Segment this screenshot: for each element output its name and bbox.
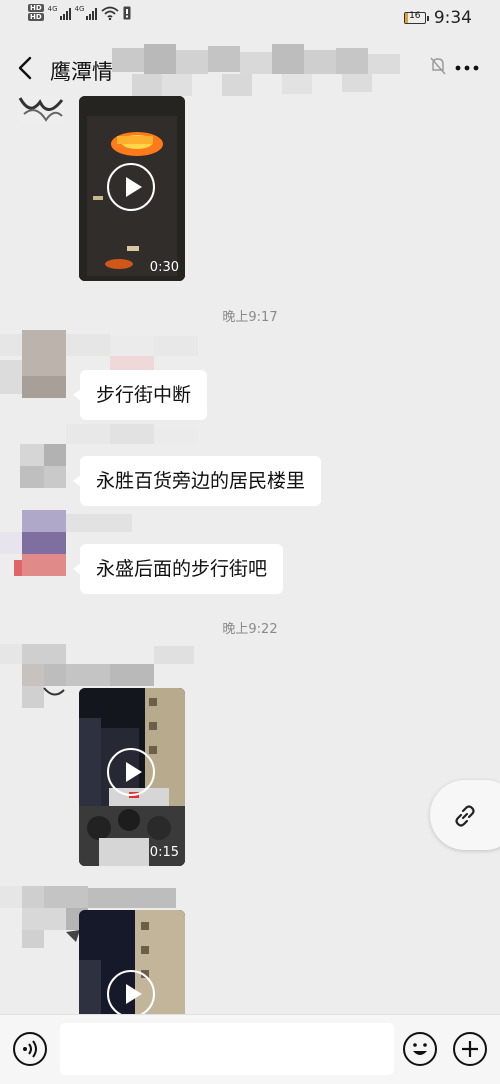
play-icon[interactable] — [107, 748, 155, 796]
text-message[interactable]: 步行街中断 — [72, 370, 208, 420]
chat-input-bar — [0, 1014, 500, 1084]
voice-icon — [23, 1040, 37, 1058]
message-timestamp: 晚上9:22 — [222, 622, 278, 637]
emoji-button[interactable] — [403, 1032, 437, 1066]
hd-badge: HD — [28, 13, 44, 21]
wifi-icon — [101, 6, 120, 20]
video-message[interactable]: 0:30 — [79, 96, 185, 281]
message-timestamp: 晚上9:17 — [222, 310, 278, 325]
battery-icon: 16 — [403, 11, 429, 24]
hd-badges: HD HD — [28, 4, 44, 21]
hd-badge: HD — [28, 4, 44, 12]
more-icon[interactable] — [454, 54, 480, 82]
chat-title[interactable]: 鹰潭情 — [50, 56, 113, 86]
message-input[interactable] — [60, 1023, 394, 1075]
avatar[interactable] — [18, 96, 64, 124]
link-icon — [455, 805, 475, 827]
status-icons-right: 16 9:34 — [403, 8, 472, 28]
video-message[interactable] — [79, 910, 185, 1014]
play-icon[interactable] — [107, 970, 155, 1014]
signal-icon: 4G — [48, 6, 71, 20]
floating-link-button[interactable] — [430, 780, 500, 850]
notification-icon — [123, 6, 131, 20]
voice-button[interactable] — [13, 1032, 47, 1066]
text-message[interactable]: 永胜百货旁边的居民楼里 — [72, 456, 322, 506]
status-clock: 9:34 — [433, 8, 472, 28]
play-icon[interactable] — [107, 163, 155, 211]
video-duration: 0:15 — [149, 845, 179, 860]
pixelated-title-mosaic — [112, 44, 432, 104]
battery-level: 16 — [409, 11, 421, 21]
back-arrow-icon[interactable] — [14, 54, 38, 82]
signal-icon: 4G — [75, 6, 98, 20]
video-duration: 0:30 — [149, 260, 179, 275]
chat-header: 鹰潭情 — [0, 40, 500, 100]
plus-icon — [462, 1041, 478, 1057]
text-message[interactable]: 永盛后面的步行街吧 — [72, 544, 284, 594]
emoji-icon — [413, 1043, 427, 1055]
video-message[interactable]: 0:15 — [79, 688, 185, 866]
status-icons-left: HD HD 4G 4G — [28, 4, 131, 21]
mute-icon — [430, 57, 446, 75]
more-functions-button[interactable] — [453, 1032, 487, 1066]
status-bar: HD HD 4G 4G 16 9:34 — [0, 0, 500, 36]
